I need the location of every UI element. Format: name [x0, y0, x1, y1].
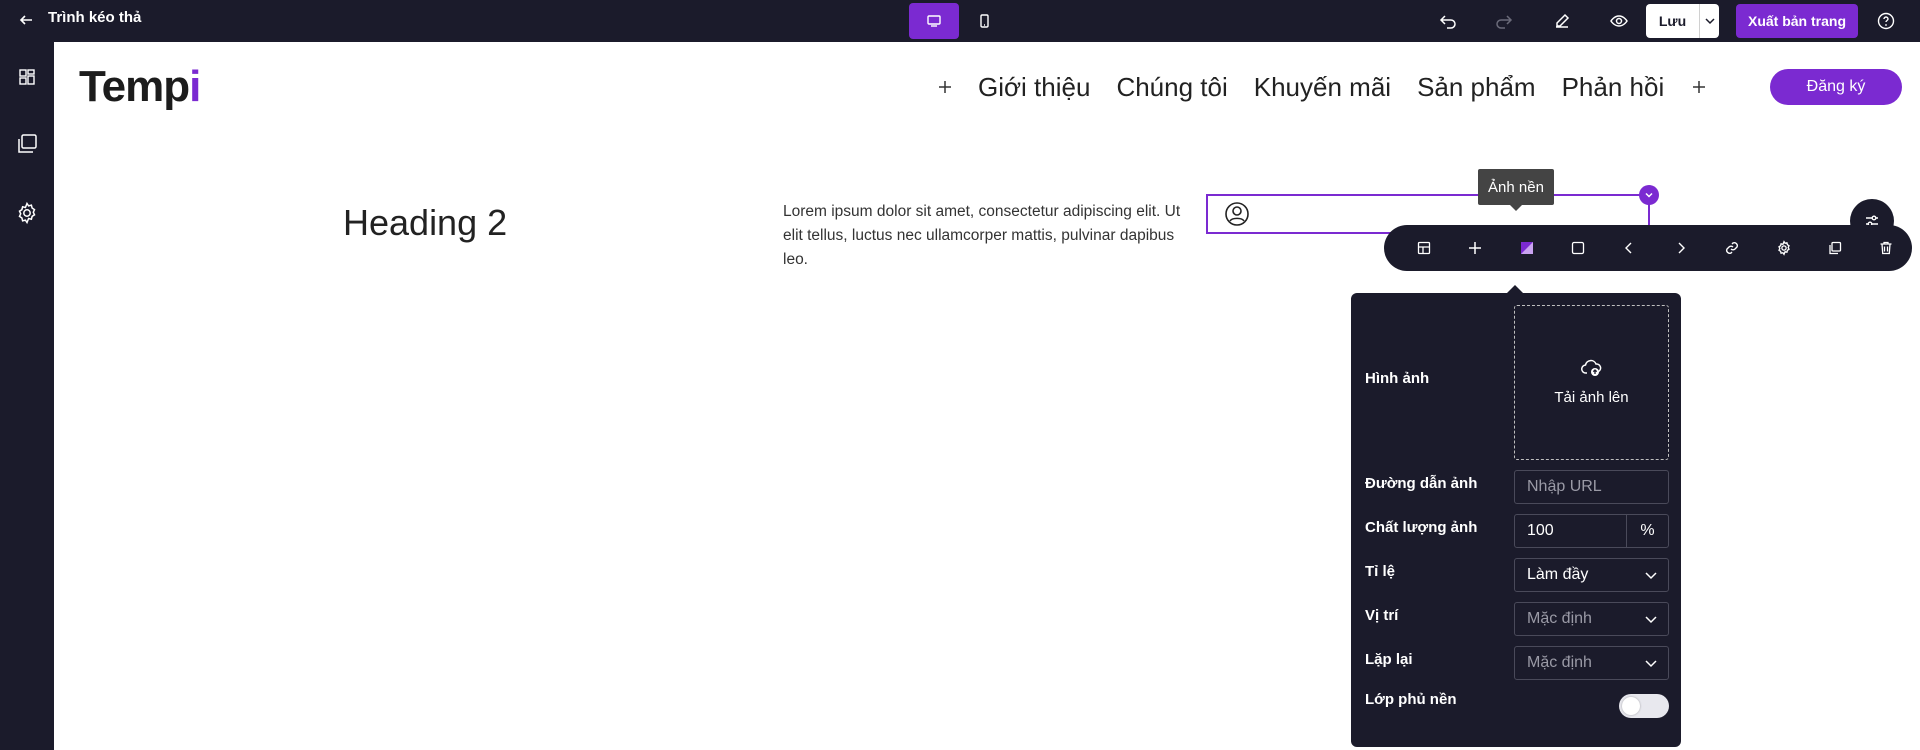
section-paragraph[interactable]: Lorem ipsum dolor sit amet, consectetur … — [783, 200, 1193, 272]
nav-item-khuyen-mai[interactable]: Khuyến mãi — [1254, 72, 1391, 103]
help-icon[interactable] — [1875, 10, 1897, 32]
chevron-left-icon[interactable] — [1604, 225, 1655, 271]
repeat-select-value: Mặc định — [1527, 654, 1592, 671]
layout-icon[interactable] — [1398, 225, 1449, 271]
image-quality-value: 100 — [1527, 522, 1554, 539]
desktop-icon — [927, 15, 941, 27]
register-button[interactable]: Đăng ký — [1770, 69, 1902, 105]
overlay-label: Lớp phủ nền — [1365, 691, 1457, 708]
duplicate-icon[interactable] — [1809, 225, 1860, 271]
add-nav-item-right-icon[interactable] — [1688, 76, 1710, 98]
delete-trash-icon[interactable] — [1861, 225, 1912, 271]
add-nav-item-left-icon[interactable] — [934, 76, 956, 98]
upload-dropzone[interactable]: Tải ảnh lên — [1514, 305, 1669, 460]
percent-unit: % — [1626, 515, 1668, 547]
site-logo[interactable]: Tempi — [79, 62, 201, 112]
position-select-value: Mặc định — [1527, 610, 1592, 627]
repeat-select[interactable]: Mặc định — [1514, 646, 1669, 680]
nav-item-chung-toi[interactable]: Chúng tôi — [1116, 72, 1227, 103]
element-settings-gear-icon[interactable] — [1758, 225, 1809, 271]
border-square-icon[interactable] — [1552, 225, 1603, 271]
publish-button[interactable]: Xuất bản trang — [1736, 4, 1858, 38]
ratio-select-value: Làm đầy — [1527, 566, 1589, 583]
image-quality-label: Chất lượng ảnh — [1365, 519, 1478, 536]
top-bar: Trình kéo thả Lưu Xuất bản trang — [0, 0, 1920, 42]
redo-icon[interactable] — [1493, 10, 1515, 32]
preview-eye-icon[interactable] — [1608, 10, 1630, 32]
edit-icon[interactable] — [1551, 10, 1573, 32]
chevron-down-icon — [1645, 572, 1657, 580]
chevron-down-icon — [1645, 660, 1657, 668]
device-switcher — [909, 3, 1009, 39]
section-heading[interactable]: Heading 2 — [343, 202, 507, 244]
link-icon[interactable] — [1706, 225, 1757, 271]
overlay-toggle[interactable] — [1619, 694, 1669, 718]
ratio-label: Tỉ lệ — [1365, 563, 1396, 580]
back-arrow-icon[interactable] — [16, 10, 36, 30]
upload-text: Tải ảnh lên — [1554, 389, 1629, 406]
user-avatar-icon — [1224, 201, 1250, 227]
position-label: Vị trí — [1365, 607, 1399, 624]
cloud-upload-icon — [1580, 359, 1601, 376]
nav-item-san-pham[interactable]: Sản phẩm — [1417, 72, 1536, 103]
position-select[interactable]: Mặc định — [1514, 602, 1669, 636]
nav-item-phan-hoi[interactable]: Phản hồi — [1562, 72, 1665, 103]
add-icon[interactable] — [1449, 225, 1500, 271]
save-options-chevron-icon[interactable] — [1700, 4, 1719, 38]
mobile-icon — [980, 14, 989, 28]
left-sidebar — [0, 42, 54, 750]
desktop-view-button[interactable] — [909, 3, 959, 39]
widgets-grid-icon[interactable] — [14, 64, 40, 90]
chevron-right-icon[interactable] — [1655, 225, 1706, 271]
site-nav: Giới thiệu Chúng tôi Khuyến mãi Sản phẩm… — [934, 70, 1710, 104]
page-canvas: Tempi Giới thiệu Chúng tôi Khuyến mãi Sả… — [54, 42, 1920, 750]
pages-layers-icon[interactable] — [14, 131, 40, 157]
element-options-chevron-icon[interactable] — [1639, 185, 1659, 205]
tooltip-background-image: Ảnh nền — [1478, 169, 1554, 211]
mobile-view-button[interactable] — [959, 3, 1009, 39]
background-image-icon[interactable] — [1501, 225, 1552, 271]
image-label: Hình ảnh — [1365, 370, 1430, 387]
save-button-group: Lưu — [1646, 4, 1719, 38]
image-quality-input[interactable]: 100 % — [1514, 514, 1669, 548]
toggle-knob — [1622, 697, 1640, 715]
image-url-input[interactable]: Nhập URL — [1514, 470, 1669, 504]
background-image-panel: Hình ảnh Tải ảnh lên Đường dẫn ảnh Nhập … — [1351, 285, 1681, 747]
chevron-down-icon — [1645, 616, 1657, 624]
ratio-select[interactable]: Làm đầy — [1514, 558, 1669, 592]
app-title: Trình kéo thả — [48, 9, 142, 26]
undo-icon[interactable] — [1437, 10, 1459, 32]
repeat-label: Lặp lại — [1365, 651, 1413, 668]
save-button[interactable]: Lưu — [1646, 4, 1700, 38]
element-toolbar — [1384, 225, 1912, 271]
settings-gear-icon[interactable] — [14, 200, 40, 226]
image-url-label: Đường dẫn ảnh — [1365, 475, 1478, 492]
nav-item-gioi-thieu[interactable]: Giới thiệu — [978, 72, 1090, 103]
